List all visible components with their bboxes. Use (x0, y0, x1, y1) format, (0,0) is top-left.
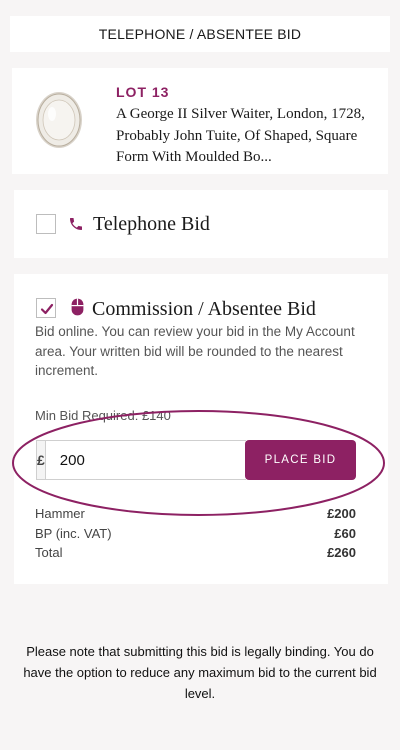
phone-icon (70, 218, 82, 230)
telephone-bid-option[interactable]: Telephone Bid (14, 190, 388, 258)
total-value: £260 (327, 545, 356, 561)
mouse-icon (71, 298, 84, 316)
commission-bid-option: Commission / Absentee Bid Bid online. Yo… (14, 274, 388, 584)
lot-description[interactable]: A George II Silver Waiter, London, 1728,… (116, 104, 386, 169)
bid-amount-input[interactable] (45, 441, 259, 479)
lot-card: LOT 13 A George II Silver Waiter, London… (12, 68, 388, 174)
bid-totals: Hammer £200 BP (inc. VAT) £60 Total £260 (35, 504, 356, 563)
hammer-label: Hammer (35, 506, 85, 522)
hammer-row: Hammer £200 (35, 504, 356, 524)
buyers-premium-label: BP (inc. VAT) (35, 525, 112, 541)
commission-bid-label: Commission / Absentee Bid (92, 298, 316, 320)
telephone-bid-label: Telephone Bid (93, 213, 210, 235)
total-label: Total (35, 545, 63, 561)
page-header: TELEPHONE / ABSENTEE BID (10, 16, 390, 52)
lot-image[interactable] (34, 86, 84, 150)
page-title: TELEPHONE / ABSENTEE BID (98, 26, 302, 42)
buyers-premium-value: £60 (334, 525, 356, 541)
legal-notice: Please note that submitting this bid is … (23, 644, 377, 701)
currency-symbol: £ (37, 441, 46, 479)
min-bid-required: Min Bid Required: £140 (35, 408, 171, 423)
total-row: Total £260 (35, 543, 356, 563)
telephone-bid-checkbox[interactable] (36, 214, 56, 234)
lot-number: LOT 13 (116, 84, 170, 100)
checkmark-icon (40, 303, 54, 315)
hammer-value: £200 (327, 506, 356, 522)
commission-bid-checkbox[interactable] (36, 298, 56, 318)
bid-amount-group: £ (36, 440, 259, 480)
bid-info-text: Bid online. You can review your bid in t… (35, 324, 355, 378)
place-bid-button[interactable]: PLACE BID (245, 440, 356, 480)
buyers-premium-row: BP (inc. VAT) £60 (35, 524, 356, 544)
